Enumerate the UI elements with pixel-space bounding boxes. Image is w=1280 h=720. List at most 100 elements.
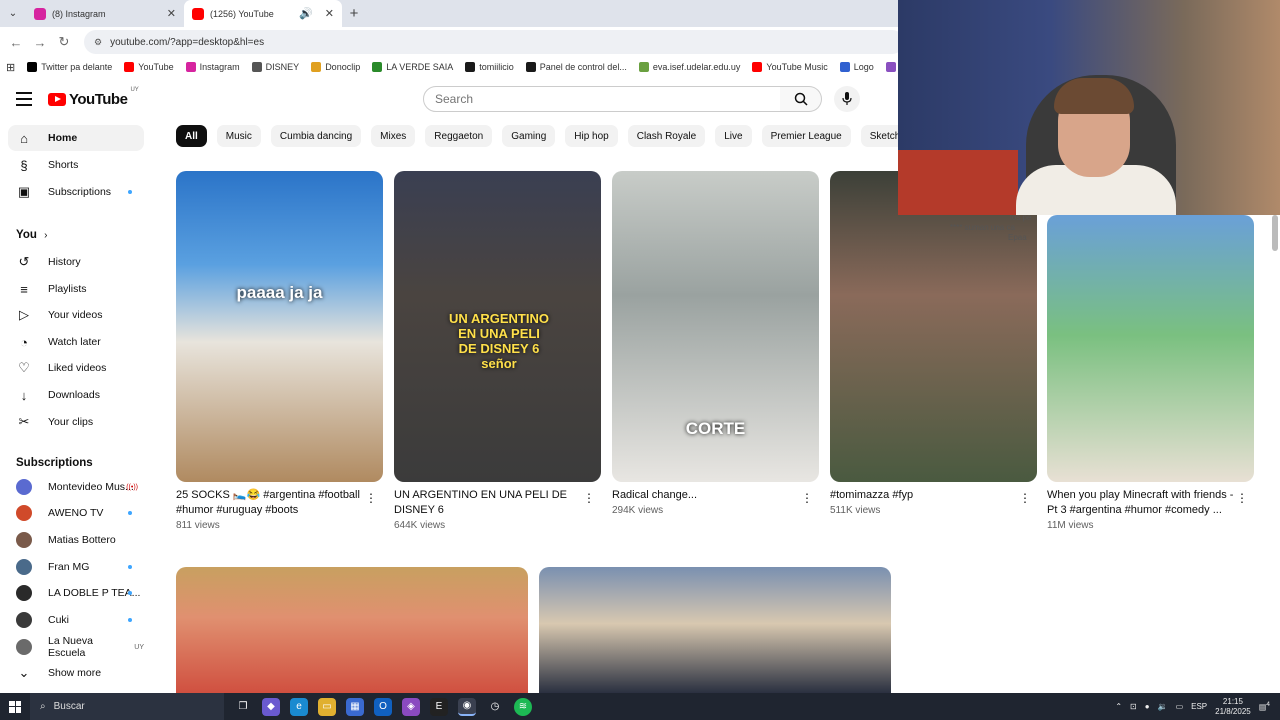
- apps-icon[interactable]: ⊞: [0, 61, 21, 74]
- start-button[interactable]: [0, 700, 30, 713]
- video-title[interactable]: Radical change...: [612, 488, 819, 503]
- bookmark-item[interactable]: Panel de control del...: [520, 62, 633, 72]
- chip-clash-royale[interactable]: Clash Royale: [627, 125, 706, 147]
- chevron-up-icon[interactable]: ⌃: [1115, 702, 1122, 711]
- clock[interactable]: 21:15 21/8/2025: [1215, 697, 1251, 717]
- sidebar-item-watch-later[interactable]: ◔ Watch later: [8, 329, 144, 355]
- sidebar-item-playlists[interactable]: ≡ Playlists: [8, 276, 144, 302]
- video-card[interactable]: paaaa ja ja 25 SOCKS 🛌😂 #argentina #footb…: [176, 171, 383, 531]
- epic-games-icon[interactable]: E: [430, 697, 448, 716]
- mic-tray-icon[interactable]: ●: [1145, 702, 1150, 711]
- spotify-icon[interactable]: ≋: [514, 697, 532, 716]
- video-thumbnail[interactable]: paaaa ja ja: [176, 171, 383, 482]
- video-card[interactable]: When you play Minecraft with friends - P…: [1047, 215, 1254, 531]
- new-tab-button[interactable]: +: [342, 0, 366, 27]
- more-options-icon[interactable]: ⋮: [365, 491, 377, 505]
- chip-live[interactable]: Live: [715, 125, 752, 147]
- outlook-icon[interactable]: O: [374, 697, 392, 716]
- chip-hip-hop[interactable]: Hip hop: [565, 125, 618, 147]
- file-explorer-icon[interactable]: ▭: [318, 697, 336, 716]
- store-icon[interactable]: ▦: [346, 697, 364, 716]
- bookmark-item[interactable]: Logo: [834, 62, 880, 72]
- bookmark-item[interactable]: Instagram: [180, 62, 246, 72]
- video-title[interactable]: UN ARGENTINO EN UNA PELI DE DISNEY 6: [394, 488, 601, 518]
- more-options-icon[interactable]: ⋮: [583, 491, 595, 505]
- subscription-item[interactable]: AWENO TV: [8, 500, 144, 526]
- chip-premier-league[interactable]: Premier League: [761, 125, 851, 147]
- clock-app-icon[interactable]: ◷: [486, 698, 504, 716]
- bookmark-item[interactable]: DISNEY: [246, 62, 306, 72]
- bookmark-item[interactable]: YouTube Music: [746, 62, 833, 72]
- subscription-item[interactable]: Matias Bottero: [8, 527, 144, 553]
- subscription-item[interactable]: LA DOBLE P TEA...: [8, 580, 144, 606]
- notifications-icon[interactable]: ▤4: [1259, 701, 1270, 712]
- bookmark-item[interactable]: Twitter pa delante: [21, 62, 118, 72]
- chip-mixes[interactable]: Mixes: [371, 125, 416, 147]
- tab-youtube[interactable]: (1256) YouTube 🔊 ✕: [184, 0, 342, 27]
- tab-search-icon[interactable]: ⌄: [0, 0, 26, 27]
- scrollbar[interactable]: [1272, 215, 1278, 251]
- video-thumbnail[interactable]: UN ARGENTINO EN UNA PELI DE DISNEY 6 señ…: [394, 171, 601, 482]
- bookmark-item[interactable]: eva.isef.udelar.edu.uy: [633, 62, 747, 72]
- bookmark-item[interactable]: YouTube: [118, 62, 179, 72]
- volume-icon[interactable]: 🔉: [1158, 702, 1168, 711]
- sidebar-item-liked-videos[interactable]: ♡ Liked videos: [8, 355, 144, 381]
- more-options-icon[interactable]: ⋮: [801, 491, 813, 505]
- chip-music[interactable]: Music: [216, 125, 261, 147]
- search-button[interactable]: [780, 86, 822, 112]
- video-card[interactable]: CORTE Radical change... 294K views ⋮: [612, 171, 819, 516]
- sidebar-item-your-clips[interactable]: ✂ Your clips: [8, 409, 144, 435]
- reload-icon[interactable]: ↻: [52, 34, 76, 50]
- search-input[interactable]: Search: [423, 86, 781, 112]
- video-title[interactable]: When you play Minecraft with friends - P…: [1047, 488, 1254, 518]
- bookmark-item[interactable]: tomiilicio: [459, 62, 520, 72]
- taskbar-search[interactable]: ⌕ Buscar: [30, 693, 224, 720]
- video-thumbnail[interactable]: [539, 567, 891, 693]
- youtube-logo[interactable]: YouTube UY: [48, 87, 139, 108]
- sidebar-item-history[interactable]: ↺ History: [8, 249, 144, 275]
- show-more-button[interactable]: ⌄ Show more: [8, 660, 144, 686]
- sidebar-item-downloads[interactable]: ↓ Downloads: [8, 382, 144, 408]
- copilot-icon[interactable]: ◆: [262, 697, 280, 716]
- close-tab-icon[interactable]: ✕: [167, 7, 176, 20]
- chip-gaming[interactable]: Gaming: [502, 125, 556, 147]
- chrome-icon[interactable]: ◉: [458, 697, 476, 716]
- sidebar-item-home[interactable]: ⌂ Home: [8, 125, 144, 151]
- chip-reggaeton[interactable]: Reggaeton: [425, 125, 493, 147]
- subscription-item[interactable]: La Nueva Escuela UY: [8, 634, 144, 660]
- edge-icon[interactable]: e: [290, 697, 308, 716]
- chip-sketch-comedy[interactable]: Sketch comedy: [860, 125, 898, 147]
- video-thumbnail[interactable]: [1047, 215, 1254, 482]
- network-icon[interactable]: ⊡: [1130, 702, 1137, 711]
- video-thumbnail[interactable]: [176, 567, 528, 693]
- back-icon[interactable]: ←: [4, 35, 28, 50]
- speaker-icon[interactable]: 🔊: [299, 7, 313, 20]
- sidebar-item-shorts[interactable]: § Shorts: [8, 152, 144, 178]
- chip-all[interactable]: All: [176, 125, 207, 147]
- bookmark-item[interactable]: LA VERDE SAIA: [366, 62, 459, 72]
- more-options-icon[interactable]: ⋮: [1236, 491, 1248, 505]
- subscription-item[interactable]: Cuki: [8, 607, 144, 633]
- subscription-item[interactable]: Montevideo Mus... ((•)): [8, 474, 144, 500]
- photos-icon[interactable]: ◈: [402, 697, 420, 716]
- tab-instagram[interactable]: (8) Instagram ✕: [26, 0, 184, 27]
- forward-icon[interactable]: →: [28, 35, 52, 50]
- chip-cumbia-dancing[interactable]: Cumbia dancing: [270, 125, 362, 147]
- sidebar-item-subscriptions[interactable]: ▣ Subscriptions: [8, 179, 144, 205]
- you-section-heading[interactable]: You ›: [16, 229, 47, 241]
- bookmark-item[interactable]: Donoclip: [305, 62, 366, 72]
- more-options-icon[interactable]: ⋮: [1019, 491, 1031, 505]
- menu-icon[interactable]: [16, 92, 32, 106]
- video-title[interactable]: 25 SOCKS 🛌😂 #argentina #football #humor …: [176, 488, 383, 518]
- task-view-icon[interactable]: ❐: [234, 698, 252, 716]
- voice-search-button[interactable]: [834, 86, 860, 112]
- url-field[interactable]: ⚙ youtube.com/?app=desktop&hl=es: [84, 30, 904, 54]
- video-title[interactable]: #tomimazza #fyp: [830, 488, 1037, 503]
- battery-icon[interactable]: ▭: [1176, 702, 1184, 711]
- site-info-icon[interactable]: ⚙: [94, 37, 102, 48]
- video-card[interactable]: UN ARGENTINO EN UNA PELI DE DISNEY 6 señ…: [394, 171, 601, 531]
- sidebar-item-your-videos[interactable]: ▷ Your videos: [8, 302, 144, 328]
- language-indicator[interactable]: ESP: [1191, 702, 1207, 711]
- video-thumbnail[interactable]: CORTE: [612, 171, 819, 482]
- subscription-item[interactable]: Fran MG: [8, 554, 144, 580]
